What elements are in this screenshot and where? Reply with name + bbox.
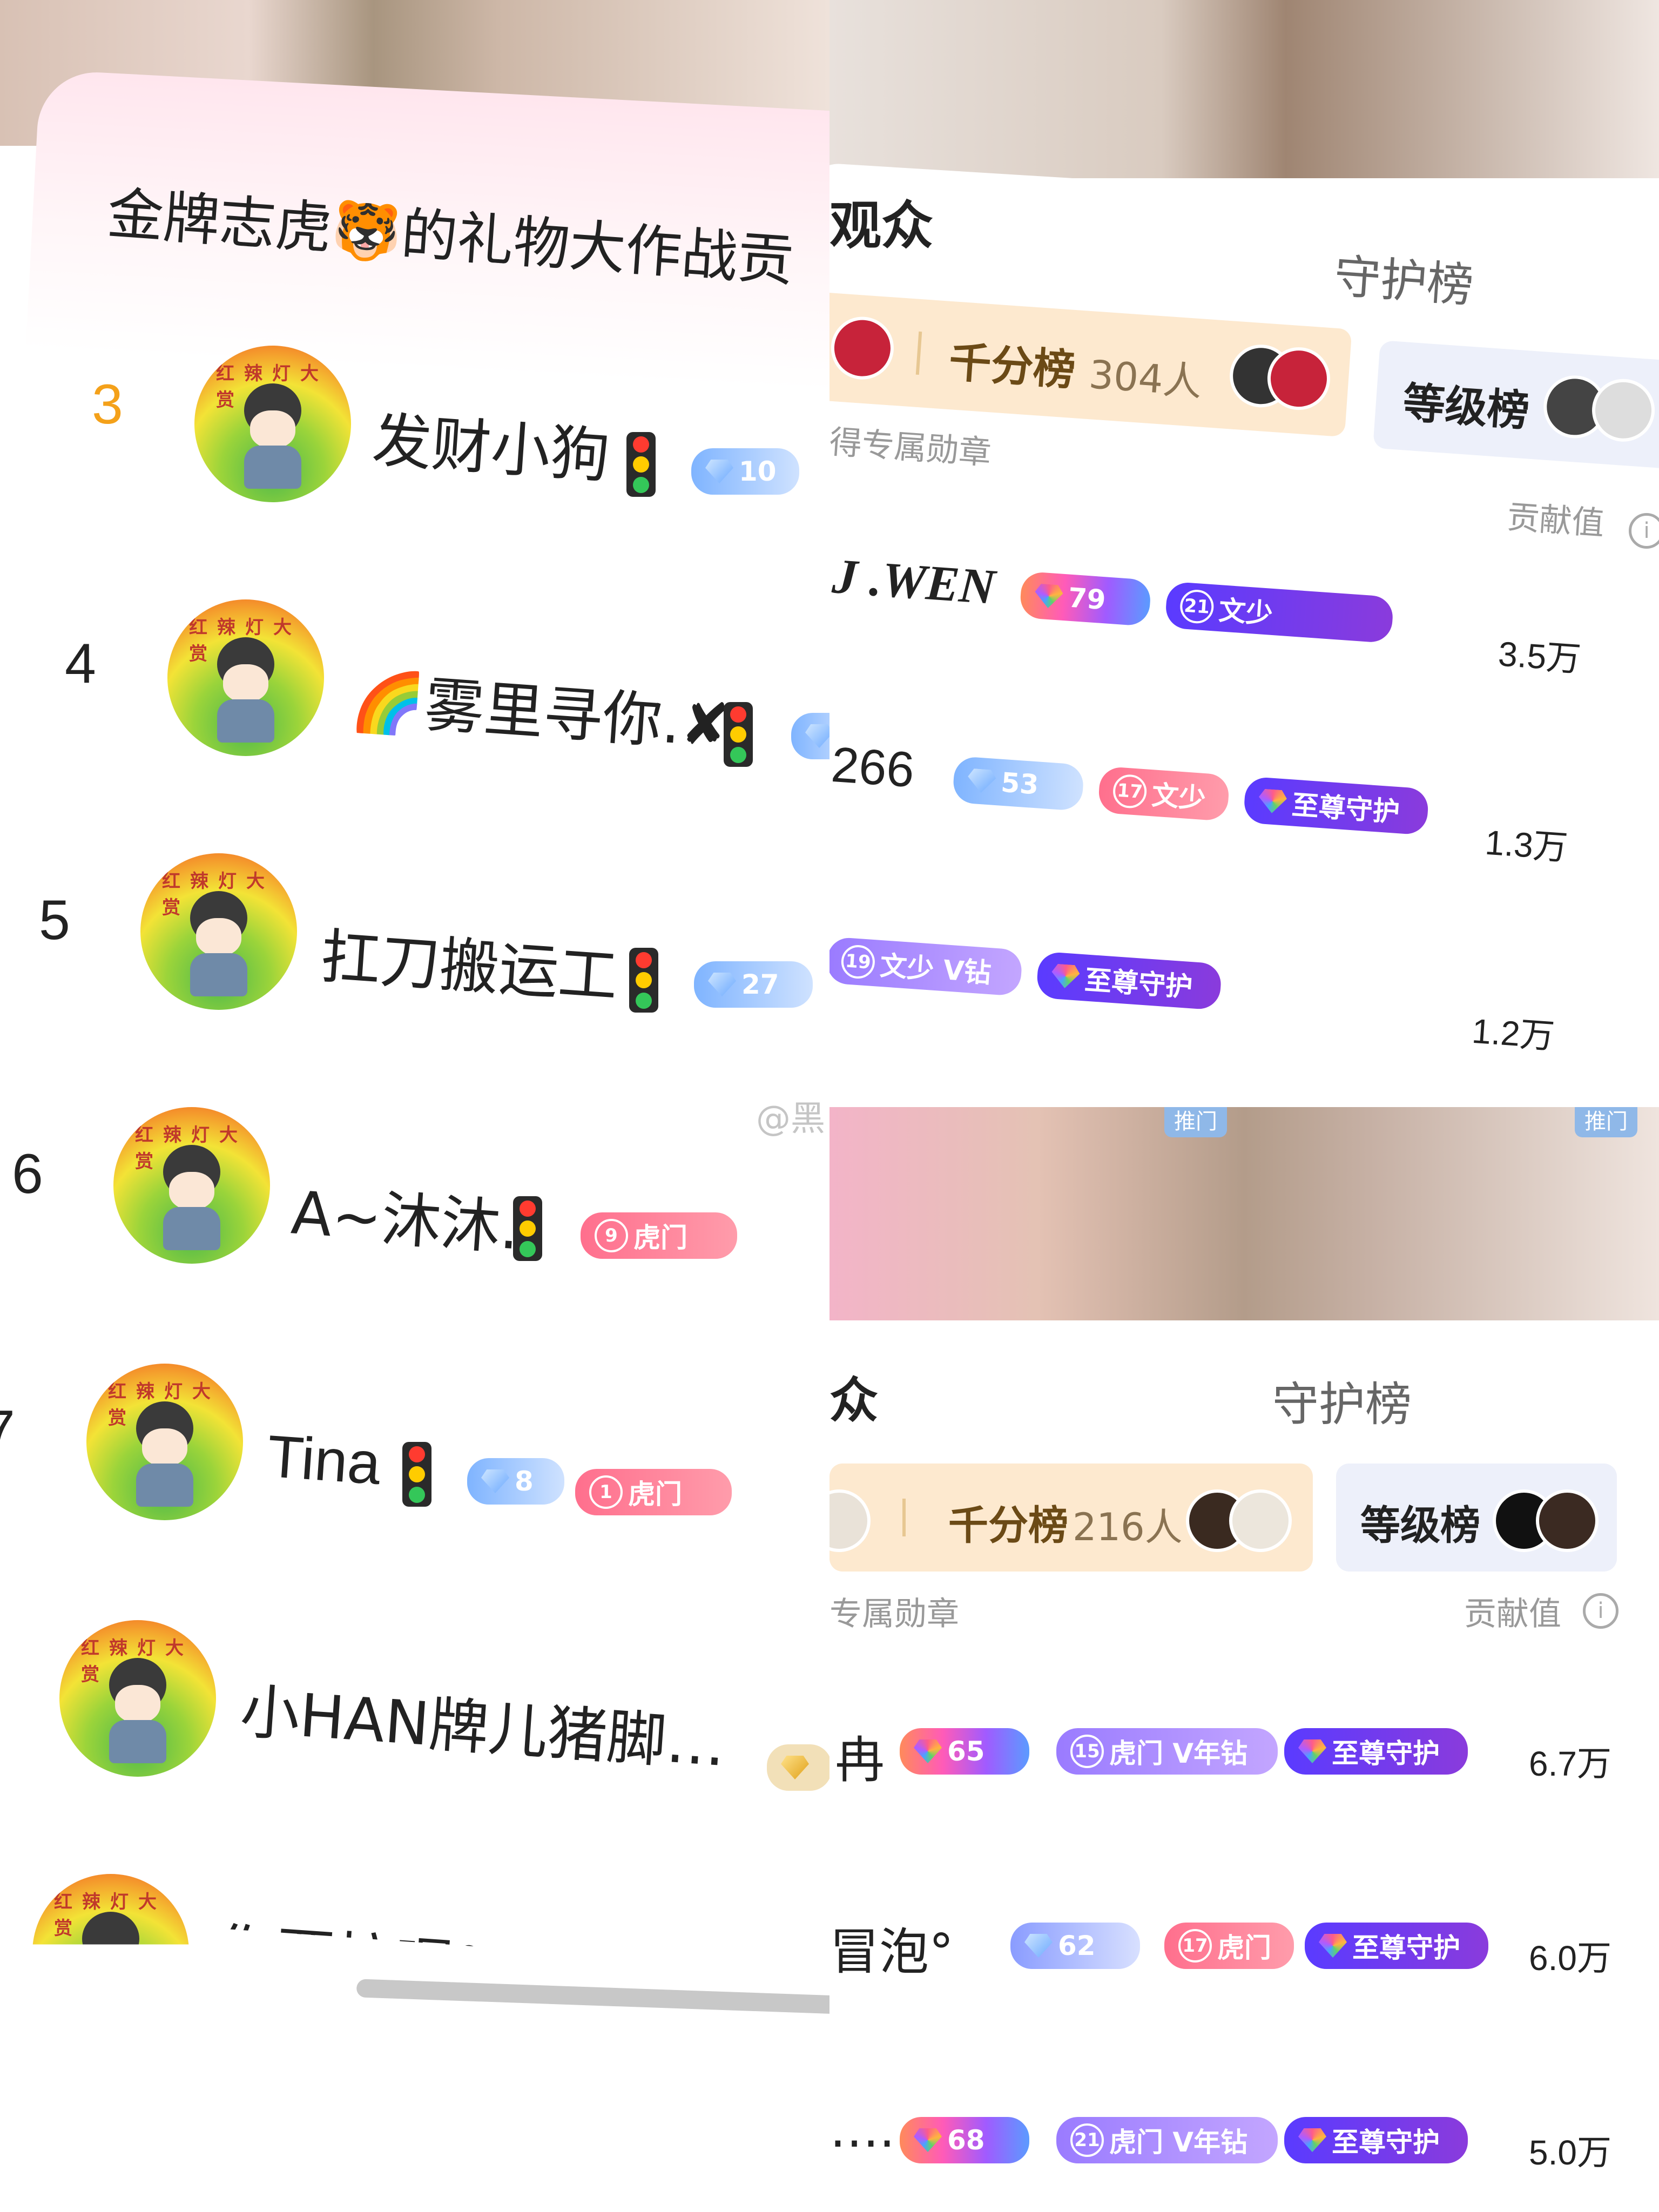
contribution-value: 5.0万 <box>1529 2133 1611 2172</box>
club-badge: 21 虎门 V年钻 <box>1056 2117 1278 2163</box>
bottom-right-panel: 推门 推门 众 守护榜 千分榜 216人 等级榜 专属勋章 贡献值 i 冉 65… <box>830 1107 1659 2212</box>
rank-number: 4 <box>65 632 96 695</box>
traffic-light-icon <box>402 1442 431 1507</box>
wealth-level-badge: 79 <box>1019 571 1152 627</box>
gem-level-badge <box>767 1744 830 1791</box>
info-icon[interactable]: i <box>1583 1593 1618 1629</box>
avatar: 红辣灯大赏 <box>32 1874 189 1945</box>
gem-level-badge <box>791 713 830 759</box>
contribution-value: 6.7万 <box>1529 1744 1611 1783</box>
user-name: A~沐沐. <box>289 1178 522 1263</box>
club-badge: 9 虎门 <box>581 1212 737 1259</box>
user-name: 🌈雾里寻你.✘ <box>348 665 733 761</box>
rank-number: 6 <box>12 1143 43 1205</box>
user-name: Tina <box>265 1422 383 1498</box>
traffic-light-icon <box>626 432 656 497</box>
contribution-value: 1.2万 <box>1471 1011 1556 1056</box>
contribution-value: 3.5万 <box>1497 634 1582 679</box>
avatar: 红辣灯大赏 <box>167 599 324 756</box>
user-name: 75266 <box>830 733 916 798</box>
club-badge: 17 文少 <box>1097 766 1230 822</box>
guard-badge: 至尊守护 <box>1284 1728 1468 1775</box>
gem-level-badge: 27 <box>694 961 813 1008</box>
tab-label: 等级榜 <box>1360 1502 1480 1549</box>
avatar: 红辣灯大赏 <box>140 853 297 1010</box>
tab-count: 216人 <box>1073 1505 1183 1549</box>
user-name: 扛刀搬运工 <box>319 921 621 1012</box>
user-name: 小HAN牌儿猪脚… <box>238 1676 728 1780</box>
guard-badge: 至尊守护 <box>1036 951 1223 1010</box>
contribution-value: 6.0万 <box>1529 1939 1611 1978</box>
user-name: …. <box>830 2101 895 2159</box>
gem-level-badge: 10 <box>691 448 799 495</box>
wealth-level-badge: 68 <box>900 2117 1029 2163</box>
rank-number: 3 <box>92 373 123 436</box>
scroll-indicator[interactable] <box>356 1979 830 2014</box>
contribution-label: 贡献值 <box>1464 1595 1561 1633</box>
traffic-light-icon <box>724 702 753 767</box>
club-badge: 21 文少 <box>1164 581 1394 644</box>
top-right-panel: 观众 守护榜 千分榜 304人 等级榜 得专属勋章 贡献值 i J .WEN 7… <box>830 0 1659 1107</box>
wealth-level-badge: 62 <box>1010 1923 1140 1969</box>
video-tag: 推门 <box>1164 1107 1227 1137</box>
table-row[interactable]: J .WEN 79 21 文少 3.5万 75266 53 17 文少 至尊守护 1… <box>830 0 1657 1107</box>
medal-subtitle: 专属勋章 <box>830 1595 959 1633</box>
tab-points-rank[interactable]: 千分榜 216人 <box>830 1464 1313 1572</box>
avatar <box>1229 1489 1292 1552</box>
user-name: 冉 <box>835 1731 885 1789</box>
guard-badge: 至尊守护 <box>1243 776 1429 835</box>
rank-number: 7 <box>0 1399 15 1463</box>
user-name: 冒泡° <box>830 1923 954 1981</box>
club-badge: 17 虎门 <box>1164 1923 1294 1969</box>
user-name: J .WEN <box>831 548 997 615</box>
traffic-light-icon <box>513 1196 542 1261</box>
guard-badge: 至尊守护 <box>1284 2117 1468 2163</box>
viewers-tab-header[interactable]: 众 <box>830 1361 878 1431</box>
wealth-level-badge: 53 <box>952 756 1085 812</box>
tab-guard-list[interactable]: 守护榜 <box>1272 1366 1412 1434</box>
avatar: 红辣灯大赏 <box>194 346 351 502</box>
avatar <box>830 1489 871 1552</box>
avatar: 红辣灯大赏 <box>113 1107 270 1264</box>
divider <box>902 1499 906 1536</box>
avatar <box>1536 1489 1599 1552</box>
tab-label: 千分榜 <box>948 1502 1068 1549</box>
avatar: 红辣灯大赏 <box>86 1364 243 1520</box>
left-panel: 金牌志虎🐯的礼物大作战贡 3 红辣灯大赏 发财小狗 10 4 红辣灯大赏 🌈雾里… <box>0 0 830 2106</box>
contribution-value: 1.3万 <box>1483 822 1569 868</box>
gem-level-badge: 8 <box>467 1458 564 1505</box>
guard-badge: 至尊守护 <box>1305 1923 1488 1969</box>
club-badge: 19 文少 V钻 <box>830 936 1023 997</box>
weibo-watermark: @黑 <box>756 1099 825 1139</box>
user-name: 发财小狗 <box>370 405 612 491</box>
wealth-level-badge: 65 <box>900 1728 1029 1775</box>
club-badge: 1 虎门 <box>575 1469 732 1515</box>
rank-number: 5 <box>39 889 70 952</box>
traffic-light-icon <box>629 948 658 1013</box>
club-badge: 15 虎门 V年钻 <box>1056 1728 1278 1775</box>
live-video-strip <box>830 1107 1659 1320</box>
tab-level-rank[interactable]: 等级榜 <box>1336 1464 1617 1572</box>
avatar: 红辣灯大赏 <box>59 1620 216 1777</box>
video-tag: 推门 <box>1575 1107 1637 1137</box>
